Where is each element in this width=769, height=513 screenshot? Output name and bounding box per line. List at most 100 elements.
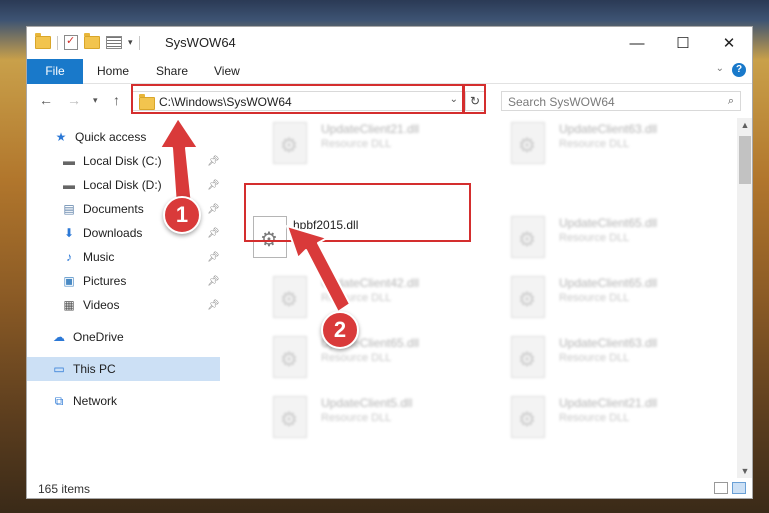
dll-file-icon xyxy=(511,216,545,258)
item-count: 165 items xyxy=(38,482,91,496)
list-item[interactable]: UpdateClient21.dll Resource DLL xyxy=(273,118,503,170)
search-input[interactable]: Search SysWOW64 xyxy=(508,95,615,109)
sidebar-item-label: Network xyxy=(73,394,118,408)
documents-icon: ▤ xyxy=(63,202,75,216)
address-bar-highlight xyxy=(131,84,464,114)
sidebar-item-label: Pictures xyxy=(83,274,127,288)
maximize-button[interactable]: ☐ xyxy=(660,27,706,59)
sidebar-item-music[interactable]: ♪ Music 📌︎ xyxy=(27,245,220,269)
dll-file-icon xyxy=(511,122,545,164)
search-icon: ⌕ xyxy=(727,95,734,107)
view-options-icon[interactable] xyxy=(106,36,122,49)
file-type: Resource DLL xyxy=(321,412,392,424)
list-item[interactable]: UpdateClient63.dll Resource DLL xyxy=(511,118,737,170)
list-item[interactable]: UpdateClient65.dll Resource DLL xyxy=(511,272,737,324)
file-type: Resource DLL xyxy=(559,292,630,304)
details-view-icon[interactable] xyxy=(714,482,728,494)
download-icon: ⬇ xyxy=(63,226,75,240)
close-button[interactable]: ✕ xyxy=(706,27,752,59)
step-2-badge: 2 xyxy=(321,311,359,349)
list-item[interactable]: UpdateClient21.dll Resource DLL xyxy=(511,392,737,444)
sidebar-item-local-disk-d[interactable]: ▬ Local Disk (D:) 📌︎ xyxy=(27,173,220,197)
list-item[interactable]: UpdateClient5.dll Resource DLL xyxy=(273,392,503,444)
ribbon-tabs: File Home Share View ⌄ ? xyxy=(27,59,752,111)
sidebar-item-onedrive[interactable]: ☁ OneDrive xyxy=(27,325,220,349)
back-arrow-icon[interactable]: ← xyxy=(39,92,53,108)
scrollbar-thumb[interactable] xyxy=(739,136,751,184)
sidebar-item-pictures[interactable]: ▣ Pictures 📌︎ xyxy=(27,269,220,293)
dll-file-icon xyxy=(273,336,307,378)
recent-locations-chevron-icon[interactable]: ▾ xyxy=(93,95,98,106)
vertical-scrollbar[interactable]: ▲ ▼ xyxy=(737,118,752,478)
sidebar-item-network[interactable]: ⧉ Network xyxy=(27,389,220,413)
up-arrow-icon[interactable]: ↑ xyxy=(113,92,120,108)
tab-share[interactable]: Share xyxy=(156,59,188,83)
dll-file-icon xyxy=(273,396,307,438)
sidebar-item-label: Downloads xyxy=(83,226,143,240)
tab-home[interactable]: Home xyxy=(97,59,129,83)
drive-icon: ▬ xyxy=(63,154,75,168)
list-item[interactable]: UpdateClient42.dll Resource DLL xyxy=(273,272,503,324)
file-type: Resource DLL xyxy=(559,138,630,150)
file-type: Resource DLL xyxy=(559,232,630,244)
dll-file-icon xyxy=(511,396,545,438)
file-name: UpdateClient65.dll xyxy=(559,216,658,230)
drive-icon: ▬ xyxy=(63,178,75,192)
dll-file-icon xyxy=(273,276,307,318)
pin-icon[interactable]: 📌︎ xyxy=(207,180,220,191)
file-name: UpdateClient21.dll xyxy=(321,122,420,136)
status-bar: 165 items xyxy=(27,478,752,498)
refresh-highlight xyxy=(463,84,486,114)
pin-icon[interactable]: 📌︎ xyxy=(207,300,220,311)
dll-file-icon xyxy=(511,276,545,318)
file-type: Resource DLL xyxy=(321,292,392,304)
file-name: UpdateClient63.dll xyxy=(559,122,658,136)
customize-toolbar-chevron-icon[interactable]: ▾ xyxy=(128,37,133,48)
title-bar: ▾ SysWOW64 — ☐ ✕ xyxy=(27,27,752,59)
scroll-up-arrow-icon[interactable]: ▲ xyxy=(737,120,752,130)
new-folder-icon[interactable] xyxy=(84,33,100,49)
file-name: UpdateClient21.dll xyxy=(559,396,658,410)
step-1-badge: 1 xyxy=(163,196,201,234)
sidebar-item-quick-access[interactable]: ★ Quick access xyxy=(27,125,220,149)
pictures-icon: ▣ xyxy=(63,274,75,288)
sidebar-item-label: Music xyxy=(83,250,115,264)
list-item[interactable]: UpdateClient63.dll Resource DLL xyxy=(511,332,737,384)
list-item[interactable]: UpdateClient65.dll Resource DLL xyxy=(273,332,503,384)
pin-icon[interactable]: 📌︎ xyxy=(207,252,220,263)
pin-icon[interactable]: 📌︎ xyxy=(207,204,220,215)
pin-icon[interactable]: 📌︎ xyxy=(207,156,220,167)
file-name: UpdateClient63.dll xyxy=(559,336,658,350)
sidebar-item-label: This PC xyxy=(73,362,116,376)
search-box[interactable]: Search SysWOW64 ⌕ xyxy=(501,91,741,111)
pin-icon[interactable]: 📌︎ xyxy=(207,228,220,239)
minimize-button[interactable]: — xyxy=(614,27,660,59)
expand-ribbon-chevron-icon[interactable]: ⌄ xyxy=(716,63,724,74)
forward-arrow-icon[interactable]: → xyxy=(67,92,81,108)
sidebar-item-this-pc[interactable]: ▭ This PC xyxy=(27,357,220,381)
file-name: UpdateClient65.dll xyxy=(559,276,658,290)
sidebar-item-local-disk-c[interactable]: ▬ Local Disk (C:) 📌︎ xyxy=(27,149,220,173)
properties-icon[interactable] xyxy=(64,34,78,50)
file-type: Resource DLL xyxy=(559,352,630,364)
sidebar-item-label: Local Disk (D:) xyxy=(83,178,162,192)
star-icon: ★ xyxy=(55,130,67,144)
sidebar-item-label: Quick access xyxy=(75,130,147,144)
folder-icon xyxy=(35,33,51,49)
computer-icon: ▭ xyxy=(53,362,65,376)
file-name: UpdateClient5.dll xyxy=(321,396,413,410)
pin-icon[interactable]: 📌︎ xyxy=(207,276,220,287)
list-item[interactable]: UpdateClient65.dll Resource DLL xyxy=(511,212,737,264)
tab-view[interactable]: View xyxy=(214,59,240,83)
dll-file-icon xyxy=(511,336,545,378)
help-icon[interactable]: ? xyxy=(732,63,746,77)
scroll-down-arrow-icon[interactable]: ▼ xyxy=(737,466,752,476)
file-type: Resource DLL xyxy=(321,352,392,364)
large-icons-view-icon[interactable] xyxy=(732,482,746,494)
videos-icon: ▦ xyxy=(63,298,75,312)
sidebar-item-label: OneDrive xyxy=(73,330,124,344)
file-type: Resource DLL xyxy=(321,138,392,150)
window-title: SysWOW64 xyxy=(165,35,236,50)
file-type: Resource DLL xyxy=(559,412,630,424)
sidebar-item-videos[interactable]: ▦ Videos 📌︎ xyxy=(27,293,220,317)
